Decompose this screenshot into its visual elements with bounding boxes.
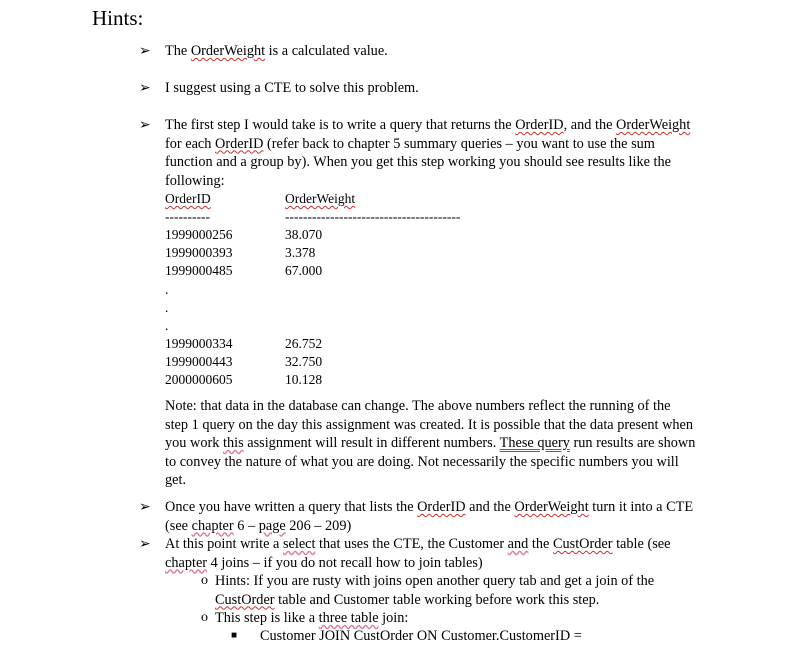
table-row: 1999000256 — [165, 227, 233, 242]
sub-hint-1: Hints: If you are rusty with joins open … — [215, 573, 655, 608]
note-paragraph: Note: that data in the database can chan… — [165, 398, 696, 488]
table-cell: 26.752 — [285, 336, 323, 351]
bullet-icon: ➢ — [139, 499, 151, 515]
table-row: 1999000393 — [165, 245, 233, 260]
header-orderweight: OrderWeight — [285, 191, 356, 206]
ellipsis-dot: . — [165, 300, 169, 315]
ellipsis-dot: . — [165, 318, 169, 333]
table-row: 1999000485 — [165, 263, 233, 278]
hint-2: I suggest using a CTE to solve this prob… — [165, 80, 419, 96]
table-cell: 10.128 — [285, 372, 323, 387]
sub-bullet-icon: o — [201, 610, 208, 625]
bullet-icon: ➢ — [139, 43, 151, 59]
sub-hint-3: Customer JOIN CustOrder ON Customer.Cust… — [260, 628, 582, 644]
hint-3: The first step I would take is to write … — [165, 117, 691, 189]
hint-5: At this point write a select that uses t… — [165, 536, 671, 571]
bullet-icon: ➢ — [139, 536, 151, 552]
bullet-icon: ➢ — [139, 80, 151, 96]
sub-sub-bullet-icon: ■ — [231, 630, 238, 641]
separator: --------------------------------------- — [285, 209, 461, 224]
table-row: 1999000334 — [165, 336, 233, 351]
table-cell: 67.000 — [285, 263, 323, 278]
sub-bullet-icon: o — [201, 573, 208, 588]
separator: ---------- — [165, 209, 210, 224]
table-cell: 38.070 — [285, 227, 323, 242]
table-cell: 3.378 — [285, 245, 316, 260]
ellipsis-dot: . — [165, 282, 169, 297]
hint-4: Once you have written a query that lists… — [165, 499, 694, 534]
table-row: 2000000605 — [165, 372, 233, 387]
hints-heading: Hints: — [92, 6, 144, 30]
header-orderid: OrderID — [165, 191, 211, 206]
hint-1: The OrderWeight is a calculated value. — [165, 43, 388, 59]
table-row: 1999000443 — [165, 354, 233, 369]
bullet-icon: ➢ — [139, 117, 151, 133]
table-cell: 32.750 — [285, 354, 323, 369]
sub-hint-2: This step is like a three table join: — [215, 610, 409, 626]
